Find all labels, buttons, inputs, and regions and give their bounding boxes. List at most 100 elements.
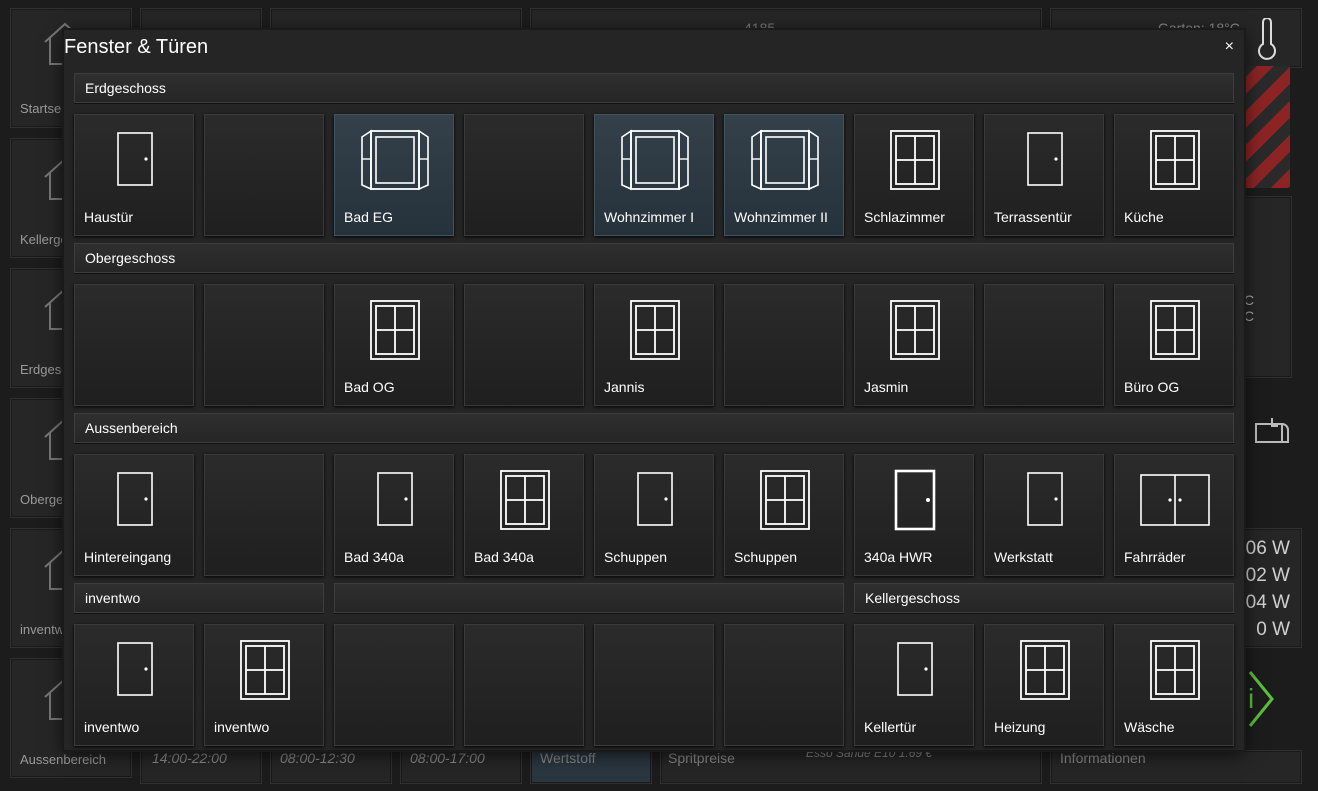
- door-thick-icon: [894, 469, 936, 531]
- tile-empty[interactable]: [204, 114, 324, 236]
- tile-inventwo[interactable]: inventwo: [204, 624, 324, 746]
- window-open-icon: [621, 129, 689, 191]
- right-temp: C: [1244, 292, 1255, 308]
- tile-label: Jasmin: [864, 379, 909, 395]
- tile-label: inventwo: [84, 719, 140, 735]
- tile-empty[interactable]: [204, 284, 324, 406]
- tile-inventwo[interactable]: inventwo: [74, 624, 194, 746]
- tile-empty[interactable]: [594, 624, 714, 746]
- tile-wohnzimmer-i[interactable]: Wohnzimmer I: [594, 114, 714, 236]
- window-closed-icon: [240, 640, 290, 700]
- watt-value: 04 W: [1245, 592, 1290, 613]
- window-closed-icon: [1150, 640, 1200, 700]
- door-closed-icon: [117, 642, 153, 696]
- group-header-obergeschoss: Obergeschoss: [74, 243, 1234, 273]
- tile-label: Fahrräder: [1124, 549, 1186, 565]
- tile-label: Terrassentür: [994, 209, 1072, 225]
- tile-340a-hwr[interactable]: 340a HWR: [854, 454, 974, 576]
- tile-jasmin[interactable]: Jasmin: [854, 284, 974, 406]
- tile-kellertür[interactable]: Kellertür: [854, 624, 974, 746]
- window-closed-icon: [370, 300, 420, 360]
- tile-empty[interactable]: [334, 624, 454, 746]
- tile-schuppen[interactable]: Schuppen: [724, 454, 844, 576]
- tile-fahrräder[interactable]: Fahrräder: [1114, 454, 1234, 576]
- tile-label: Büro OG: [1124, 379, 1180, 395]
- window-closed-icon: [630, 300, 680, 360]
- tile-wohnzimmer-ii[interactable]: Wohnzimmer II: [724, 114, 844, 236]
- tile-heizung[interactable]: Heizung: [984, 624, 1104, 746]
- top-tile: [270, 8, 522, 32]
- tile-wäsche[interactable]: Wäsche: [1114, 624, 1234, 746]
- tile-empty[interactable]: [204, 454, 324, 576]
- tile-haustür[interactable]: Haustür: [74, 114, 194, 236]
- top-tile: [140, 8, 262, 32]
- tile-bad-eg[interactable]: Bad EG: [334, 114, 454, 236]
- tile-bad-340a[interactable]: Bad 340a: [464, 454, 584, 576]
- info-icon: i: [1248, 671, 1274, 727]
- door-closed-icon: [117, 472, 153, 526]
- tile-schlazimmer[interactable]: Schlazimmer: [854, 114, 974, 236]
- watt-value: 0 W: [1256, 619, 1290, 640]
- group-header-empty: [334, 583, 844, 613]
- group-header-aussenbereich: Aussenbereich: [74, 413, 1234, 443]
- thermometer-icon: [1258, 18, 1276, 60]
- window-open-icon: [361, 129, 429, 191]
- door-closed-icon: [1027, 472, 1063, 526]
- watt-value: 02 W: [1245, 565, 1290, 586]
- tile-label: Schuppen: [734, 549, 798, 565]
- watt-value: 06 W: [1245, 538, 1290, 559]
- double-door-icon: [1140, 474, 1210, 526]
- tile-label: Heizung: [994, 719, 1046, 735]
- tile-label: Wäsche: [1124, 719, 1175, 735]
- window-closed-icon: [890, 130, 940, 190]
- door-closed-icon: [1027, 132, 1063, 186]
- tile-label: Bad EG: [344, 209, 394, 225]
- windows-doors-dialog: Fenster & Türen × Erdgeschoss Haustür Bad …: [64, 30, 1244, 750]
- tile-küche[interactable]: Küche: [1114, 114, 1234, 236]
- tile-empty[interactable]: [464, 114, 584, 236]
- tile-empty[interactable]: [984, 284, 1104, 406]
- tile-label: Wohnzimmer II: [734, 209, 828, 225]
- window-closed-icon: [1150, 300, 1200, 360]
- tile-label: Bad 340a: [344, 549, 404, 565]
- door-closed-icon: [637, 472, 673, 526]
- tile-werkstatt[interactable]: Werkstatt: [984, 454, 1104, 576]
- tile-label: Hintereingang: [84, 549, 172, 565]
- mailbox-icon: [1255, 418, 1289, 443]
- tile-jannis[interactable]: Jannis: [594, 284, 714, 406]
- group-header-erdgeschoss: Erdgeschoss: [74, 73, 1234, 103]
- tile-label: Küche: [1124, 209, 1164, 225]
- tile-bad-340a[interactable]: Bad 340a: [334, 454, 454, 576]
- tile-hintereingang[interactable]: Hintereingang: [74, 454, 194, 576]
- tile-label: Bad OG: [344, 379, 395, 395]
- right-temp: C: [1244, 308, 1255, 324]
- tile-label: Haustür: [84, 209, 134, 225]
- tile-bad-og[interactable]: Bad OG: [334, 284, 454, 406]
- sidebar-label-aussenbereich: Aussenbereich: [20, 752, 106, 767]
- tile-schuppen[interactable]: Schuppen: [594, 454, 714, 576]
- window-open-icon: [751, 129, 819, 191]
- tile-label: Bad 340a: [474, 549, 534, 565]
- alarm-stripes: [1240, 66, 1290, 188]
- window-closed-icon: [1020, 640, 1070, 700]
- tile-empty[interactable]: [74, 284, 194, 406]
- tile-empty[interactable]: [724, 284, 844, 406]
- top-tile: [530, 8, 1042, 32]
- close-button[interactable]: ×: [1225, 38, 1234, 56]
- tile-büro-og[interactable]: Büro OG: [1114, 284, 1234, 406]
- dialog-title: Fenster & Türen: [64, 36, 209, 58]
- bottom-label: Wertstoff: [540, 750, 596, 766]
- door-closed-icon: [117, 132, 153, 186]
- bottom-label: Spritpreise: [668, 750, 735, 766]
- bottom-label: 08:00-12:30: [280, 750, 355, 766]
- bottom-label: 14:00-22:00: [152, 750, 227, 766]
- tile-label: 340a HWR: [864, 549, 933, 565]
- tile-terrassentür[interactable]: Terrassentür: [984, 114, 1104, 236]
- tile-empty[interactable]: [724, 624, 844, 746]
- svg-text:i: i: [1248, 683, 1254, 714]
- tile-label: Jannis: [604, 379, 645, 395]
- tile-label: Kellertür: [864, 719, 917, 735]
- tile-empty[interactable]: [464, 284, 584, 406]
- window-closed-icon: [1150, 130, 1200, 190]
- tile-empty[interactable]: [464, 624, 584, 746]
